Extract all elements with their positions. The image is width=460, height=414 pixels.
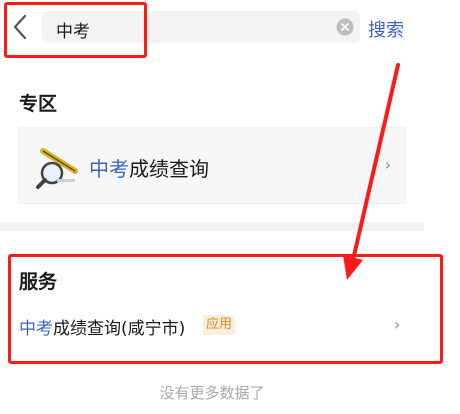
magnifier-pencil-icon xyxy=(36,148,78,189)
zone-card-label-rest: 成绩查询 xyxy=(129,157,209,181)
clear-icon[interactable] xyxy=(336,18,354,36)
search-button[interactable]: 搜索 xyxy=(368,16,404,42)
no-more-data-text: 没有更多数据了 xyxy=(159,384,265,402)
zone-section-title: 专区 xyxy=(19,93,58,115)
annotation-box-search xyxy=(4,2,147,58)
zone-card-score-query[interactable]: 中考成绩查询 › xyxy=(18,127,406,204)
chevron-right-icon: › xyxy=(384,155,391,174)
zone-card-label-highlight: 中考 xyxy=(89,157,129,181)
annotation-box-services xyxy=(8,254,443,364)
section-divider xyxy=(0,222,424,231)
zone-card-label: 中考成绩查询 xyxy=(89,153,209,182)
